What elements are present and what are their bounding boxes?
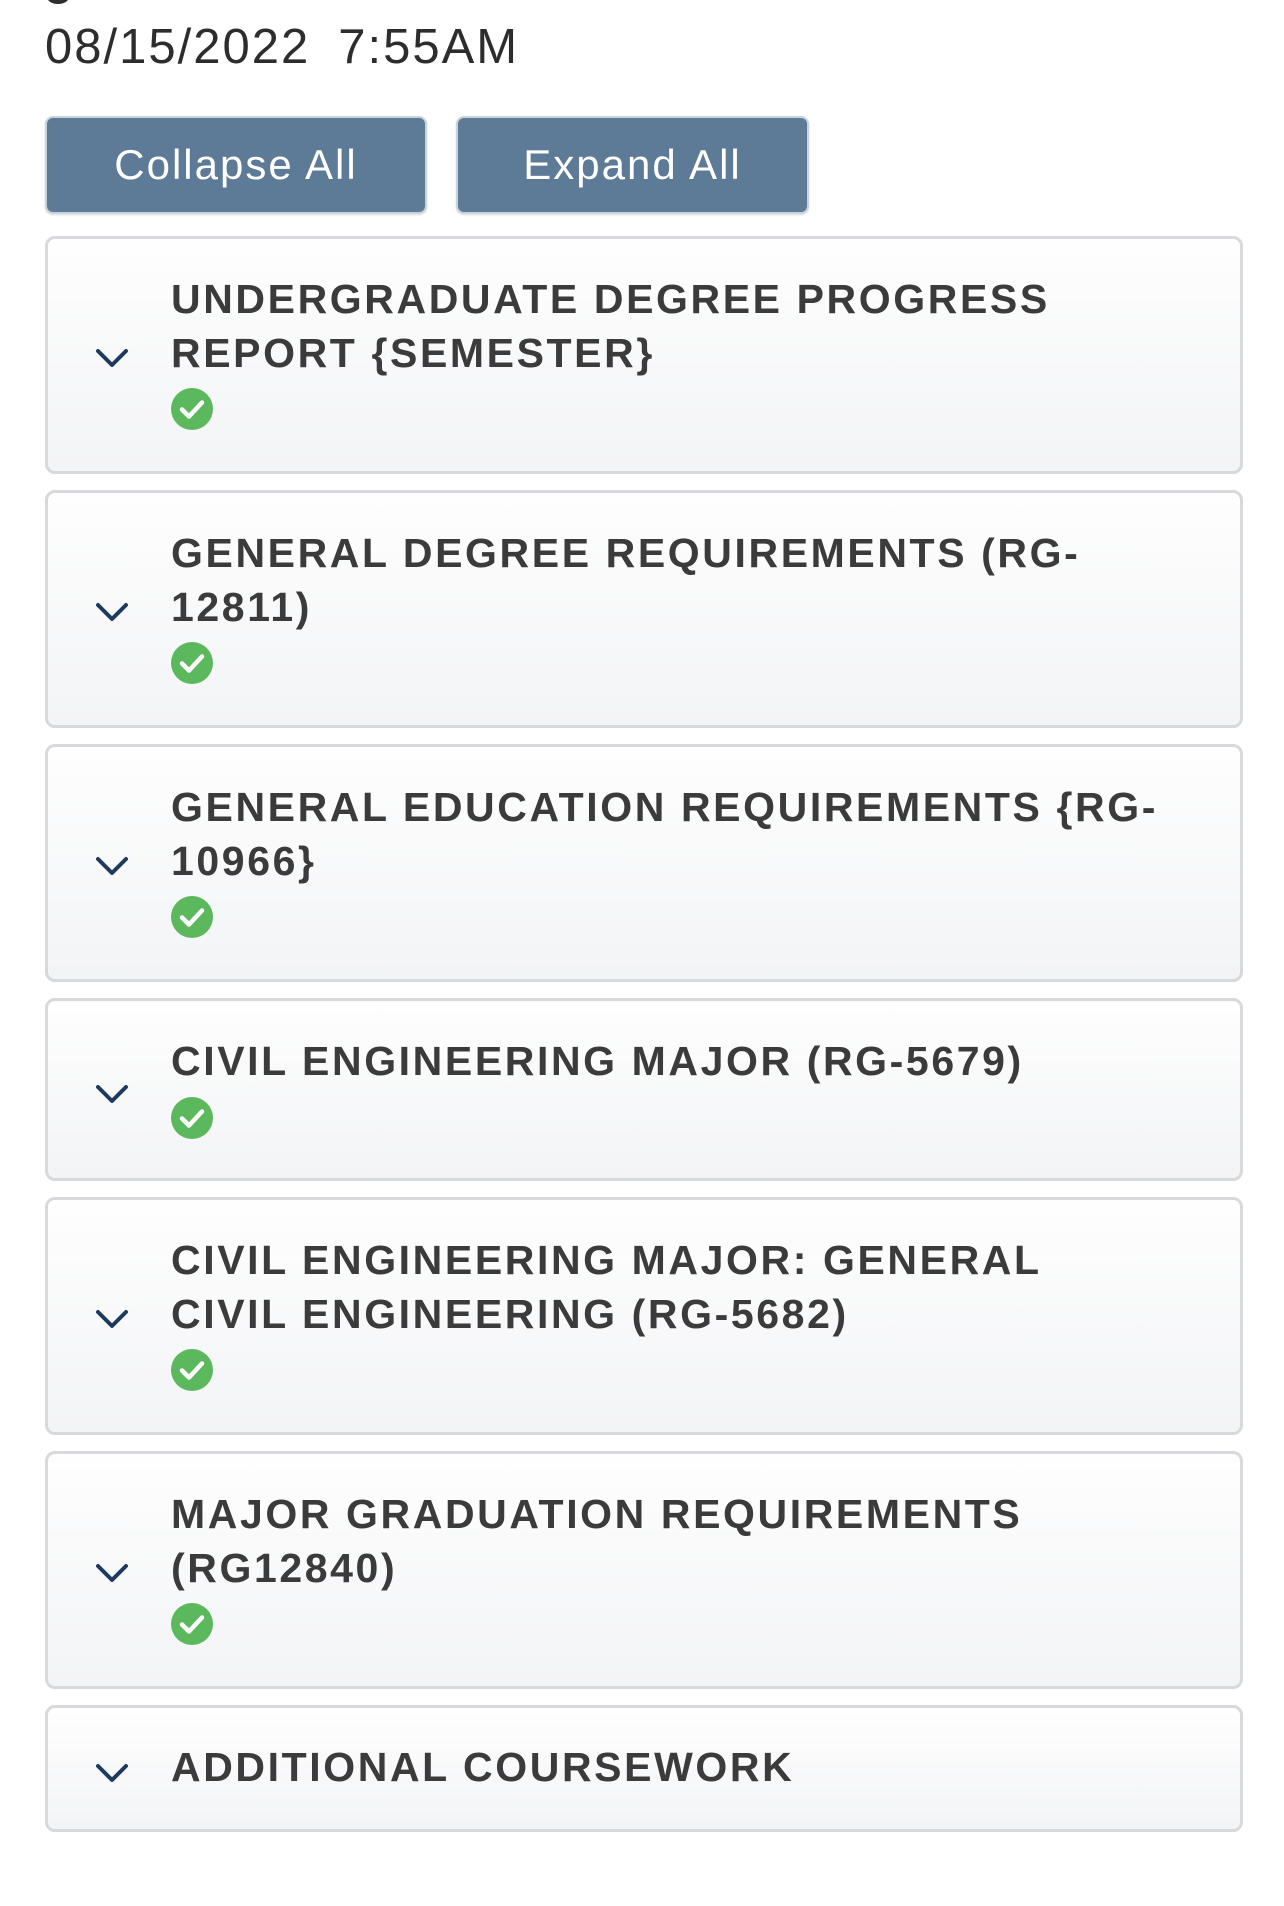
chevron-down-icon[interactable] bbox=[95, 1308, 129, 1330]
check-circle-icon bbox=[171, 1097, 213, 1139]
chevron-down-icon[interactable] bbox=[95, 1762, 129, 1784]
check-circle-icon bbox=[171, 1603, 213, 1645]
section-title: ADDITIONAL COURSEWORK bbox=[171, 1744, 795, 1790]
section-title: CIVIL ENGINEERING MAJOR (RG-5679) bbox=[171, 1038, 1024, 1084]
report-time: 7:55AM bbox=[338, 20, 520, 74]
check-circle-icon bbox=[171, 1349, 213, 1391]
section-title: GENERAL EDUCATION REQUIREMENTS {RG- 1096… bbox=[171, 784, 1158, 884]
chevron-down-icon[interactable] bbox=[95, 601, 129, 623]
section-title: UNDERGRADUATE DEGREE PROGRESS REPORT {SE… bbox=[171, 276, 1050, 376]
section-additional-coursework[interactable]: ADDITIONAL COURSEWORK bbox=[45, 1705, 1243, 1832]
check-circle-icon bbox=[171, 642, 213, 684]
section-title: MAJOR GRADUATION REQUIREMENTS (RG12840) bbox=[171, 1491, 1023, 1591]
section-major-graduation-requirements[interactable]: MAJOR GRADUATION REQUIREMENTS (RG12840) bbox=[45, 1451, 1243, 1689]
section-undergraduate-degree-progress-report[interactable]: UNDERGRADUATE DEGREE PROGRESS REPORT {SE… bbox=[45, 236, 1243, 474]
section-general-degree-requirements[interactable]: GENERAL DEGREE REQUIREMENTS (RG- 12811) bbox=[45, 490, 1243, 728]
section-civil-engineering-major[interactable]: CIVIL ENGINEERING MAJOR (RG-5679) bbox=[45, 998, 1243, 1181]
section-title: GENERAL DEGREE REQUIREMENTS (RG- 12811) bbox=[171, 530, 1081, 630]
chevron-down-icon[interactable] bbox=[95, 347, 129, 369]
chevron-down-icon[interactable] bbox=[95, 855, 129, 877]
report-date: 08/15/2022 bbox=[45, 20, 311, 74]
section-civil-engineering-major-general[interactable]: CIVIL ENGINEERING MAJOR: GENERAL CIVIL E… bbox=[45, 1197, 1243, 1435]
chevron-down-icon[interactable] bbox=[95, 1083, 129, 1105]
check-circle-icon bbox=[171, 896, 213, 938]
report-timestamp: 08/15/2022 7:55AM bbox=[45, 14, 519, 80]
chevron-down-icon[interactable] bbox=[95, 1562, 129, 1584]
section-general-education-requirements[interactable]: GENERAL EDUCATION REQUIREMENTS {RG- 1096… bbox=[45, 744, 1243, 982]
section-title: CIVIL ENGINEERING MAJOR: GENERAL CIVIL E… bbox=[171, 1237, 1042, 1337]
expand-all-button[interactable]: Expand All bbox=[456, 116, 809, 214]
check-circle-icon bbox=[171, 388, 213, 430]
collapse-all-button[interactable]: Collapse All bbox=[45, 116, 427, 214]
cropped-header-fragment bbox=[47, 0, 69, 4]
